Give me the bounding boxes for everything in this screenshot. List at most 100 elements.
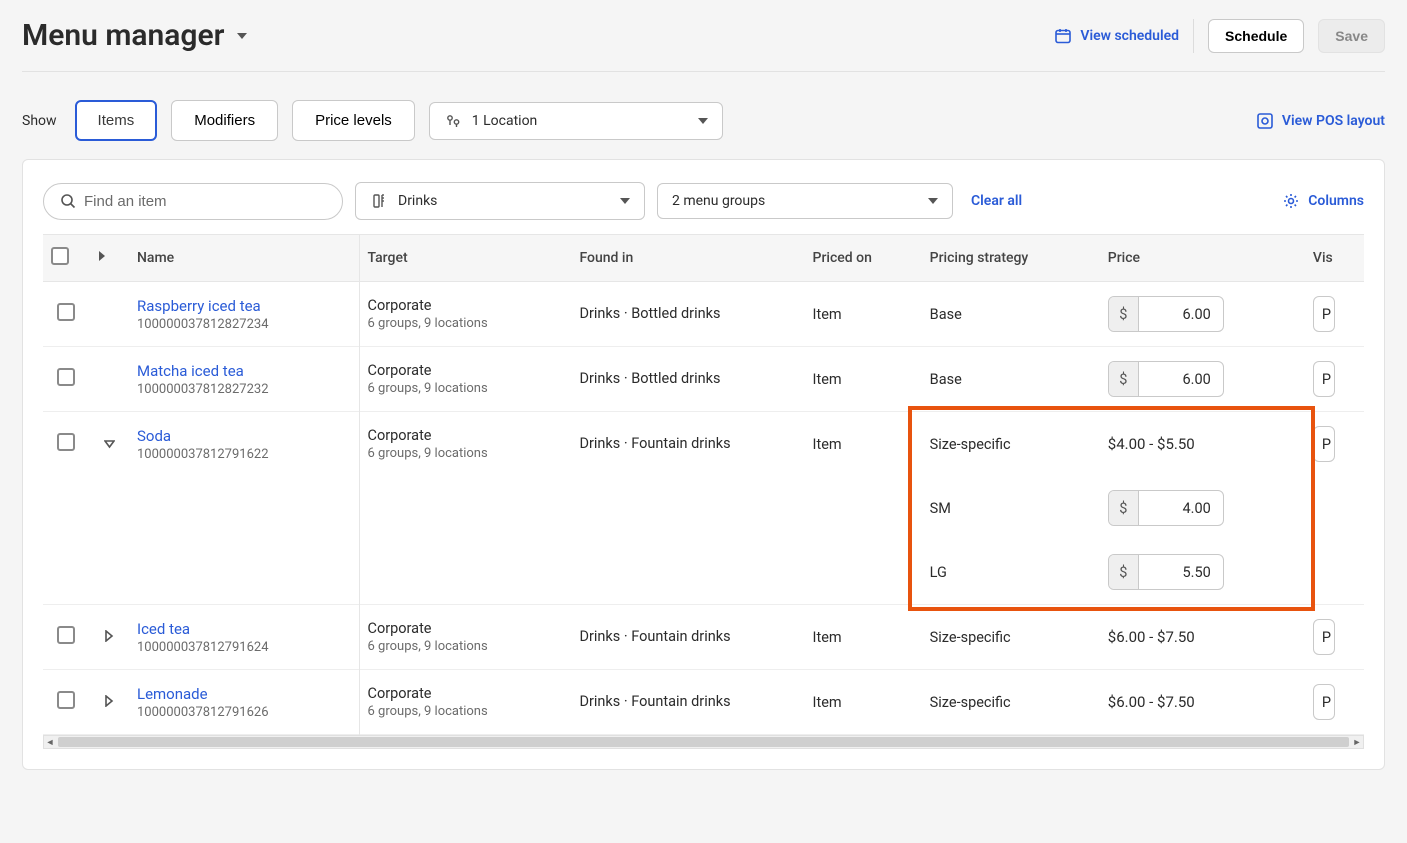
price-cell: $4.00 - $5.50 — [1100, 412, 1305, 477]
price-range: $6.00 - $7.50 — [1108, 693, 1195, 711]
tab-modifiers[interactable]: Modifiers — [171, 100, 278, 141]
found-in: Drinks · Fountain drinks — [571, 605, 804, 670]
table-row: Lemonade 100000037812791626 Corporate 6 … — [43, 670, 1364, 735]
chevron-down-icon[interactable] — [104, 439, 115, 449]
category-dropdown[interactable]: Drinks — [355, 182, 645, 220]
item-name-link[interactable]: Lemonade — [137, 685, 351, 703]
view-pos-label: View POS layout — [1282, 113, 1385, 129]
currency-symbol: $ — [1109, 362, 1139, 396]
chevron-down-icon — [620, 197, 630, 205]
header-price: Price — [1100, 235, 1305, 282]
groups-dropdown[interactable]: 2 menu groups — [657, 183, 953, 219]
view-scheduled-link[interactable]: View scheduled — [1054, 27, 1179, 45]
size-price-input[interactable]: $ 5.50 — [1108, 554, 1224, 590]
page-title: Menu manager — [22, 18, 224, 53]
save-button[interactable]: Save — [1318, 19, 1385, 53]
pricing-strategy: Base — [922, 347, 1100, 412]
header-name: Name — [129, 235, 359, 282]
visibility-badge[interactable]: P — [1313, 426, 1335, 462]
price-value: 6.00 — [1139, 371, 1223, 388]
price-cell: $ 6.00 — [1100, 347, 1305, 412]
found-in: Drinks · Fountain drinks — [571, 412, 804, 477]
target-label: Corporate — [368, 297, 564, 314]
priced-on: Item — [805, 605, 922, 670]
chevron-right-icon[interactable] — [97, 250, 107, 262]
price-value: 4.00 — [1139, 500, 1223, 517]
columns-link[interactable]: Columns — [1282, 192, 1364, 210]
visibility-badge[interactable]: P — [1313, 361, 1335, 397]
title-dropdown-icon[interactable] — [236, 31, 248, 41]
table-row: Iced tea 100000037812791624 Corporate 6 … — [43, 605, 1364, 670]
target-meta: 6 groups, 9 locations — [368, 381, 564, 396]
item-name-link[interactable]: Matcha iced tea — [137, 362, 351, 380]
tab-items[interactable]: Items — [75, 100, 158, 141]
columns-label: Columns — [1308, 193, 1364, 209]
clear-all-link[interactable]: Clear all — [971, 193, 1022, 209]
found-in: Drinks · Bottled drinks — [571, 347, 804, 412]
chevron-down-icon — [698, 117, 708, 125]
header-pricing-strategy: Pricing strategy — [922, 235, 1100, 282]
price-value: 5.50 — [1139, 564, 1223, 581]
view-pos-layout-link[interactable]: View POS layout — [1256, 112, 1385, 130]
layout-icon — [1256, 112, 1274, 130]
gear-icon — [1282, 192, 1300, 210]
visibility-badge[interactable]: P — [1313, 619, 1335, 655]
currency-symbol: $ — [1109, 491, 1139, 525]
pricing-strategy: Size-specific — [922, 605, 1100, 670]
item-name-link[interactable]: Soda — [137, 427, 351, 445]
currency-symbol: $ — [1109, 297, 1139, 331]
visibility-badge[interactable]: P — [1313, 684, 1335, 720]
tab-price-levels[interactable]: Price levels — [292, 100, 415, 141]
price-input[interactable]: $ 6.00 — [1108, 361, 1224, 397]
schedule-button[interactable]: Schedule — [1208, 19, 1304, 53]
show-label: Show — [22, 113, 57, 129]
chevron-down-icon — [928, 197, 938, 205]
item-name-link[interactable]: Iced tea — [137, 620, 351, 638]
target-meta: 6 groups, 9 locations — [368, 704, 564, 719]
row-checkbox[interactable] — [57, 626, 75, 644]
priced-on: Item — [805, 282, 922, 347]
item-id: 100000037812827234 — [137, 317, 351, 332]
table-row: Soda 100000037812791622 Corporate 6 grou… — [43, 412, 1364, 477]
item-id: 100000037812791624 — [137, 640, 351, 655]
price-cell: $ 6.00 — [1100, 282, 1305, 347]
size-row: SM $ 4.00 — [43, 476, 1364, 540]
chevron-right-icon[interactable] — [104, 695, 114, 707]
size-row: LG $ 5.50 — [43, 540, 1364, 605]
row-checkbox[interactable] — [57, 368, 75, 386]
size-label: SM — [922, 476, 1100, 540]
target-label: Corporate — [368, 362, 564, 379]
chevron-right-icon[interactable] — [104, 630, 114, 642]
horizontal-scrollbar[interactable]: ◄ ► — [43, 735, 1364, 749]
target-meta: 6 groups, 9 locations — [368, 446, 564, 461]
table-row: Matcha iced tea 100000037812827232 Corpo… — [43, 347, 1364, 412]
price-range: $4.00 - $5.50 — [1108, 435, 1195, 453]
price-value: 6.00 — [1139, 306, 1223, 323]
header-found-in: Found in — [571, 235, 804, 282]
header-visible: Vis — [1305, 235, 1364, 282]
location-select[interactable]: 1 Location — [429, 102, 723, 140]
found-in: Drinks · Bottled drinks — [571, 282, 804, 347]
price-input[interactable]: $ 6.00 — [1108, 296, 1224, 332]
view-scheduled-label: View scheduled — [1080, 28, 1179, 44]
location-icon — [444, 112, 462, 130]
row-checkbox[interactable] — [57, 691, 75, 709]
price-cell: $6.00 - $7.50 — [1100, 670, 1305, 735]
header-target: Target — [359, 235, 571, 282]
table-row: Raspberry iced tea 100000037812827234 Co… — [43, 282, 1364, 347]
search-input-wrapper[interactable] — [43, 183, 343, 220]
select-all-checkbox[interactable] — [51, 247, 69, 265]
size-price-input[interactable]: $ 4.00 — [1108, 490, 1224, 526]
price-range: $6.00 - $7.50 — [1108, 628, 1195, 646]
header-divider — [1193, 19, 1194, 53]
found-in: Drinks · Fountain drinks — [571, 670, 804, 735]
visibility-badge[interactable]: P — [1313, 296, 1335, 332]
priced-on: Item — [805, 347, 922, 412]
item-id: 100000037812791626 — [137, 705, 351, 720]
row-checkbox[interactable] — [57, 303, 75, 321]
search-input[interactable] — [84, 193, 326, 210]
item-name-link[interactable]: Raspberry iced tea — [137, 297, 351, 315]
search-icon — [60, 193, 76, 209]
row-checkbox[interactable] — [57, 433, 75, 451]
size-label: LG — [922, 540, 1100, 605]
